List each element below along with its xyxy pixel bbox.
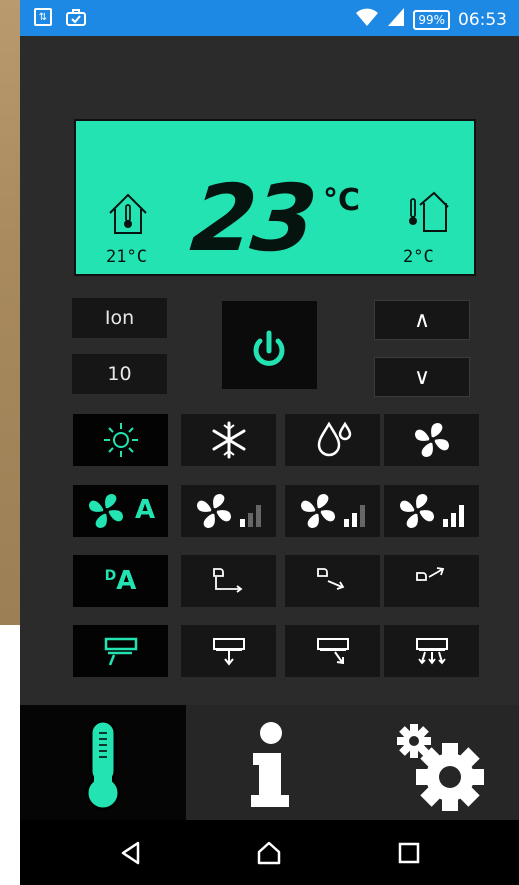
vane-auto-button[interactable] [73, 625, 168, 677]
droplet-icon [317, 421, 351, 457]
mode-fan-button[interactable] [384, 414, 479, 466]
power-button[interactable] [222, 301, 317, 389]
vane-diagonal-icon [316, 638, 349, 665]
outdoor-temperature: 2°C [403, 247, 434, 267]
swing-up-button[interactable] [384, 555, 479, 607]
phone-screen: ⇅ 99% 06:53 21°C 23 °C 2°C Ion 10 ∧ ∨ A … [20, 0, 519, 885]
swing-auto-label: A [116, 566, 137, 596]
vane-down-icon [212, 638, 245, 666]
tab-settings[interactable] [352, 705, 519, 820]
fan-speed-low-icon [196, 494, 261, 528]
clock: 06:53 [458, 9, 507, 30]
fan-icon [414, 423, 449, 457]
settings-gears-icon [396, 723, 484, 811]
indoor-temperature: 21°C [106, 247, 147, 267]
timer-value[interactable]: 10 [72, 354, 167, 394]
mode-heat-button[interactable] [73, 414, 168, 466]
signal-icon [387, 7, 405, 32]
sun-icon [103, 423, 138, 457]
mode-cool-button[interactable] [181, 414, 276, 466]
swing-auto-prefix: D [104, 568, 117, 584]
fan-auto-label: A [135, 495, 156, 525]
swing-up-icon [415, 567, 444, 581]
battery-saver-icon: ⇅ [34, 8, 52, 26]
battery-indicator: 99% [413, 9, 450, 30]
temperature-display: 21°C 23 °C 2°C [74, 119, 476, 276]
tab-info[interactable] [186, 705, 352, 820]
vane-spread-button[interactable] [384, 625, 479, 677]
fan-speed-mid-icon [300, 494, 365, 528]
briefcase-icon [66, 8, 86, 30]
set-temperature: 23 [186, 165, 318, 272]
fan-auto-button[interactable]: A [73, 485, 168, 537]
swing-down-button[interactable] [285, 555, 380, 607]
swing-down-icon [316, 568, 344, 590]
swing-auto-icon: D A [105, 566, 137, 596]
temperature-down-button[interactable]: ∨ [374, 357, 470, 397]
swing-auto-button[interactable]: D A [73, 555, 168, 607]
outdoor-house-icon [409, 191, 449, 232]
vane-spread-icon [415, 638, 448, 665]
info-icon [251, 721, 289, 807]
snowflake-icon [212, 421, 245, 459]
system-navigation-bar [20, 820, 519, 885]
temperature-up-button[interactable]: ∧ [374, 300, 470, 340]
thermometer-icon [85, 719, 121, 810]
indoor-house-icon [109, 193, 147, 234]
recents-icon[interactable] [396, 840, 422, 866]
fan-high-button[interactable] [384, 485, 479, 537]
temperature-unit: °C [323, 183, 361, 218]
background-photo-edge [0, 0, 20, 625]
vane-auto-icon [104, 637, 137, 666]
power-icon [253, 330, 285, 366]
bottom-tab-bar [20, 705, 519, 820]
ion-button[interactable]: Ion [72, 298, 167, 338]
fan-mid-button[interactable] [285, 485, 380, 537]
status-bar: ⇅ 99% 06:53 [20, 0, 519, 36]
tab-temperature[interactable] [20, 705, 186, 820]
vane-down-button[interactable] [181, 625, 276, 677]
mode-dry-button[interactable] [285, 414, 380, 466]
swing-horizontal-button[interactable] [181, 555, 276, 607]
fan-speed-high-icon [399, 494, 464, 528]
wifi-icon [355, 7, 379, 32]
home-icon[interactable] [256, 840, 282, 866]
vane-diagonal-button[interactable] [285, 625, 380, 677]
fan-low-button[interactable] [181, 485, 276, 537]
swing-horizontal-icon [212, 568, 242, 593]
back-icon[interactable] [118, 840, 144, 866]
